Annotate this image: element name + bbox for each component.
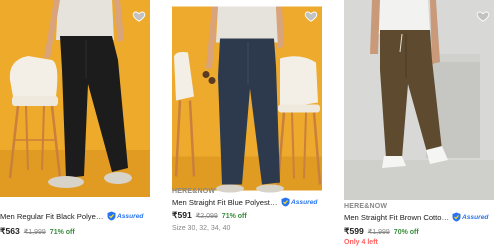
assured-shield-icon bbox=[281, 197, 290, 207]
assured-badge: Assured bbox=[107, 211, 143, 221]
product-photo-black-trousers bbox=[0, 0, 150, 197]
original-price: ₹1,999 bbox=[23, 229, 46, 236]
assured-label: Assured bbox=[291, 198, 318, 206]
price-row: ₹591 ₹2,099 71% off bbox=[172, 210, 247, 221]
original-price: ₹1,999 bbox=[367, 229, 390, 236]
discount-percent: 70% off bbox=[393, 229, 419, 236]
discount-percent: 71% off bbox=[221, 213, 247, 220]
assured-label: Assured bbox=[117, 212, 144, 220]
product-title[interactable]: Men Straight Fit Brown Cotton Bl... bbox=[344, 213, 451, 222]
product-title[interactable]: Men Straight Fit Blue Polyester T... bbox=[172, 198, 280, 207]
original-price: ₹2,099 bbox=[195, 213, 218, 220]
available-sizes: Size 30, 32, 34, 40 bbox=[172, 225, 231, 232]
product-image[interactable] bbox=[344, 0, 494, 200]
heart-icon[interactable] bbox=[476, 9, 490, 23]
product-brand: HERE&NOW bbox=[344, 203, 388, 210]
selling-price: ₹591 bbox=[172, 210, 192, 220]
product-card[interactable]: Men Regular Fit Black Polyester ... Assu… bbox=[0, 0, 150, 249]
assured-badge: Assured bbox=[452, 212, 488, 222]
product-photo-brown-trousers bbox=[344, 0, 494, 200]
heart-icon[interactable] bbox=[132, 9, 146, 23]
selling-price: ₹599 bbox=[344, 226, 364, 236]
assured-badge: Assured bbox=[281, 197, 317, 207]
stock-warning: Only 4 left bbox=[344, 239, 378, 246]
assured-shield-icon bbox=[107, 211, 116, 221]
heart-icon[interactable] bbox=[304, 9, 318, 23]
product-brand: HERE&NOW bbox=[172, 188, 216, 195]
discount-percent: 71% off bbox=[49, 229, 75, 236]
product-grid: Men Regular Fit Black Polyester ... Assu… bbox=[0, 0, 500, 249]
assured-label: Assured bbox=[462, 213, 489, 221]
price-row: ₹563 ₹1,999 71% off bbox=[0, 226, 75, 237]
product-image[interactable] bbox=[172, 0, 322, 197]
price-row: ₹599 ₹1,999 70% off bbox=[344, 226, 419, 237]
product-card[interactable]: HERE&NOW Men Straight Fit Brown Cotton B… bbox=[344, 0, 494, 249]
selling-price: ₹563 bbox=[0, 226, 20, 236]
product-image[interactable] bbox=[0, 0, 150, 197]
assured-shield-icon bbox=[452, 212, 461, 222]
product-title[interactable]: Men Regular Fit Black Polyester ... bbox=[0, 212, 106, 221]
product-card[interactable]: HERE&NOW Men Straight Fit Blue Polyester… bbox=[172, 0, 322, 249]
product-photo-blue-trousers bbox=[172, 6, 322, 193]
